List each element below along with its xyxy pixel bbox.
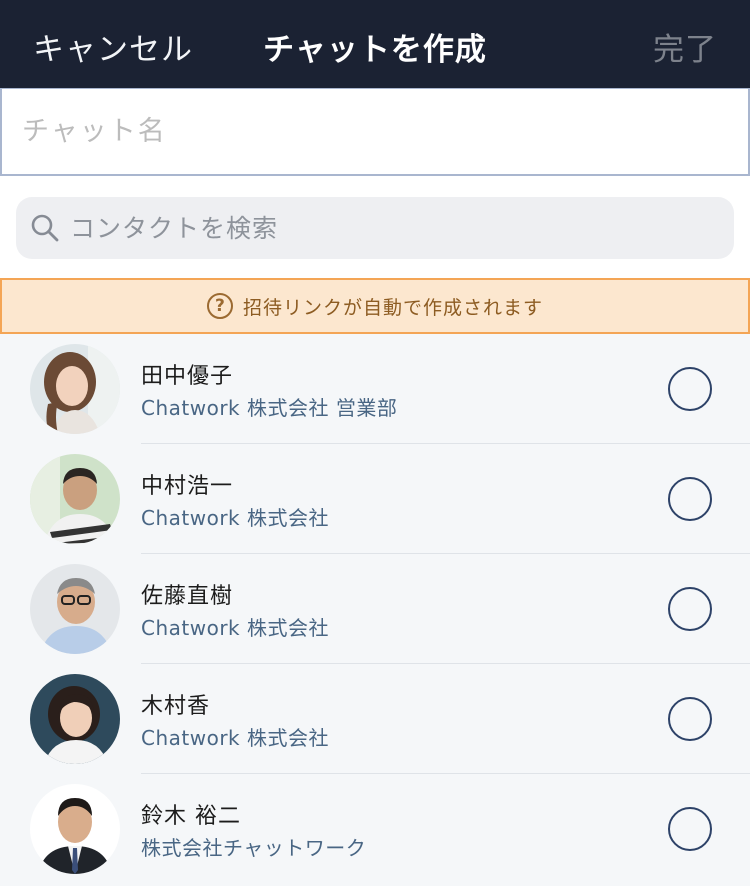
avatar: [30, 454, 120, 544]
contact-row[interactable]: 鈴木 裕二 株式会社チャットワーク: [0, 774, 750, 884]
chat-name-field: [0, 88, 750, 176]
contact-name: 中村浩一: [141, 474, 234, 499]
chat-name-input[interactable]: [2, 89, 748, 174]
contact-name: 田中優子: [141, 364, 234, 389]
question-circle-icon: ?: [206, 293, 233, 319]
contact-list: 田中優子 Chatwork 株式会社 営業部 中村浩一 Chatwork 株式会…: [0, 334, 750, 884]
invite-link-notice: ? 招待リンクが自動で作成されます: [0, 278, 750, 334]
contact-name: 佐藤直樹: [141, 584, 234, 609]
notice-text: 招待リンクが自動で作成されます: [242, 296, 543, 319]
contact-name: 鈴木 裕二: [141, 804, 241, 829]
avatar: [30, 784, 120, 874]
contact-name: 木村香: [141, 694, 211, 719]
avatar: [30, 674, 120, 764]
select-checkbox[interactable]: [668, 697, 712, 741]
contact-row[interactable]: 中村浩一 Chatwork 株式会社: [0, 444, 750, 554]
search-input[interactable]: [70, 213, 734, 243]
contact-row[interactable]: 田中優子 Chatwork 株式会社 営業部: [0, 334, 750, 444]
contact-organization: Chatwork 株式会社: [141, 726, 329, 750]
page-title: チャットを作成: [263, 32, 487, 68]
contact-organization: 株式会社チャットワーク: [141, 836, 367, 860]
contact-organization: Chatwork 株式会社 営業部: [141, 396, 398, 420]
select-checkbox[interactable]: [668, 807, 712, 851]
search-section: [0, 176, 750, 278]
contact-row[interactable]: 木村香 Chatwork 株式会社: [0, 664, 750, 774]
search-icon: [31, 214, 59, 242]
avatar: [30, 344, 120, 434]
contact-row[interactable]: 佐藤直樹 Chatwork 株式会社: [0, 554, 750, 664]
select-checkbox[interactable]: [668, 367, 712, 411]
select-checkbox[interactable]: [668, 587, 712, 631]
contact-organization: Chatwork 株式会社: [141, 506, 329, 530]
done-button[interactable]: 完了: [653, 24, 717, 69]
nav-header: キャンセル チャットを作成 完了: [0, 0, 750, 88]
avatar: [30, 564, 120, 654]
search-bar[interactable]: [16, 197, 734, 259]
contact-organization: Chatwork 株式会社: [141, 616, 329, 640]
select-checkbox[interactable]: [668, 477, 712, 521]
